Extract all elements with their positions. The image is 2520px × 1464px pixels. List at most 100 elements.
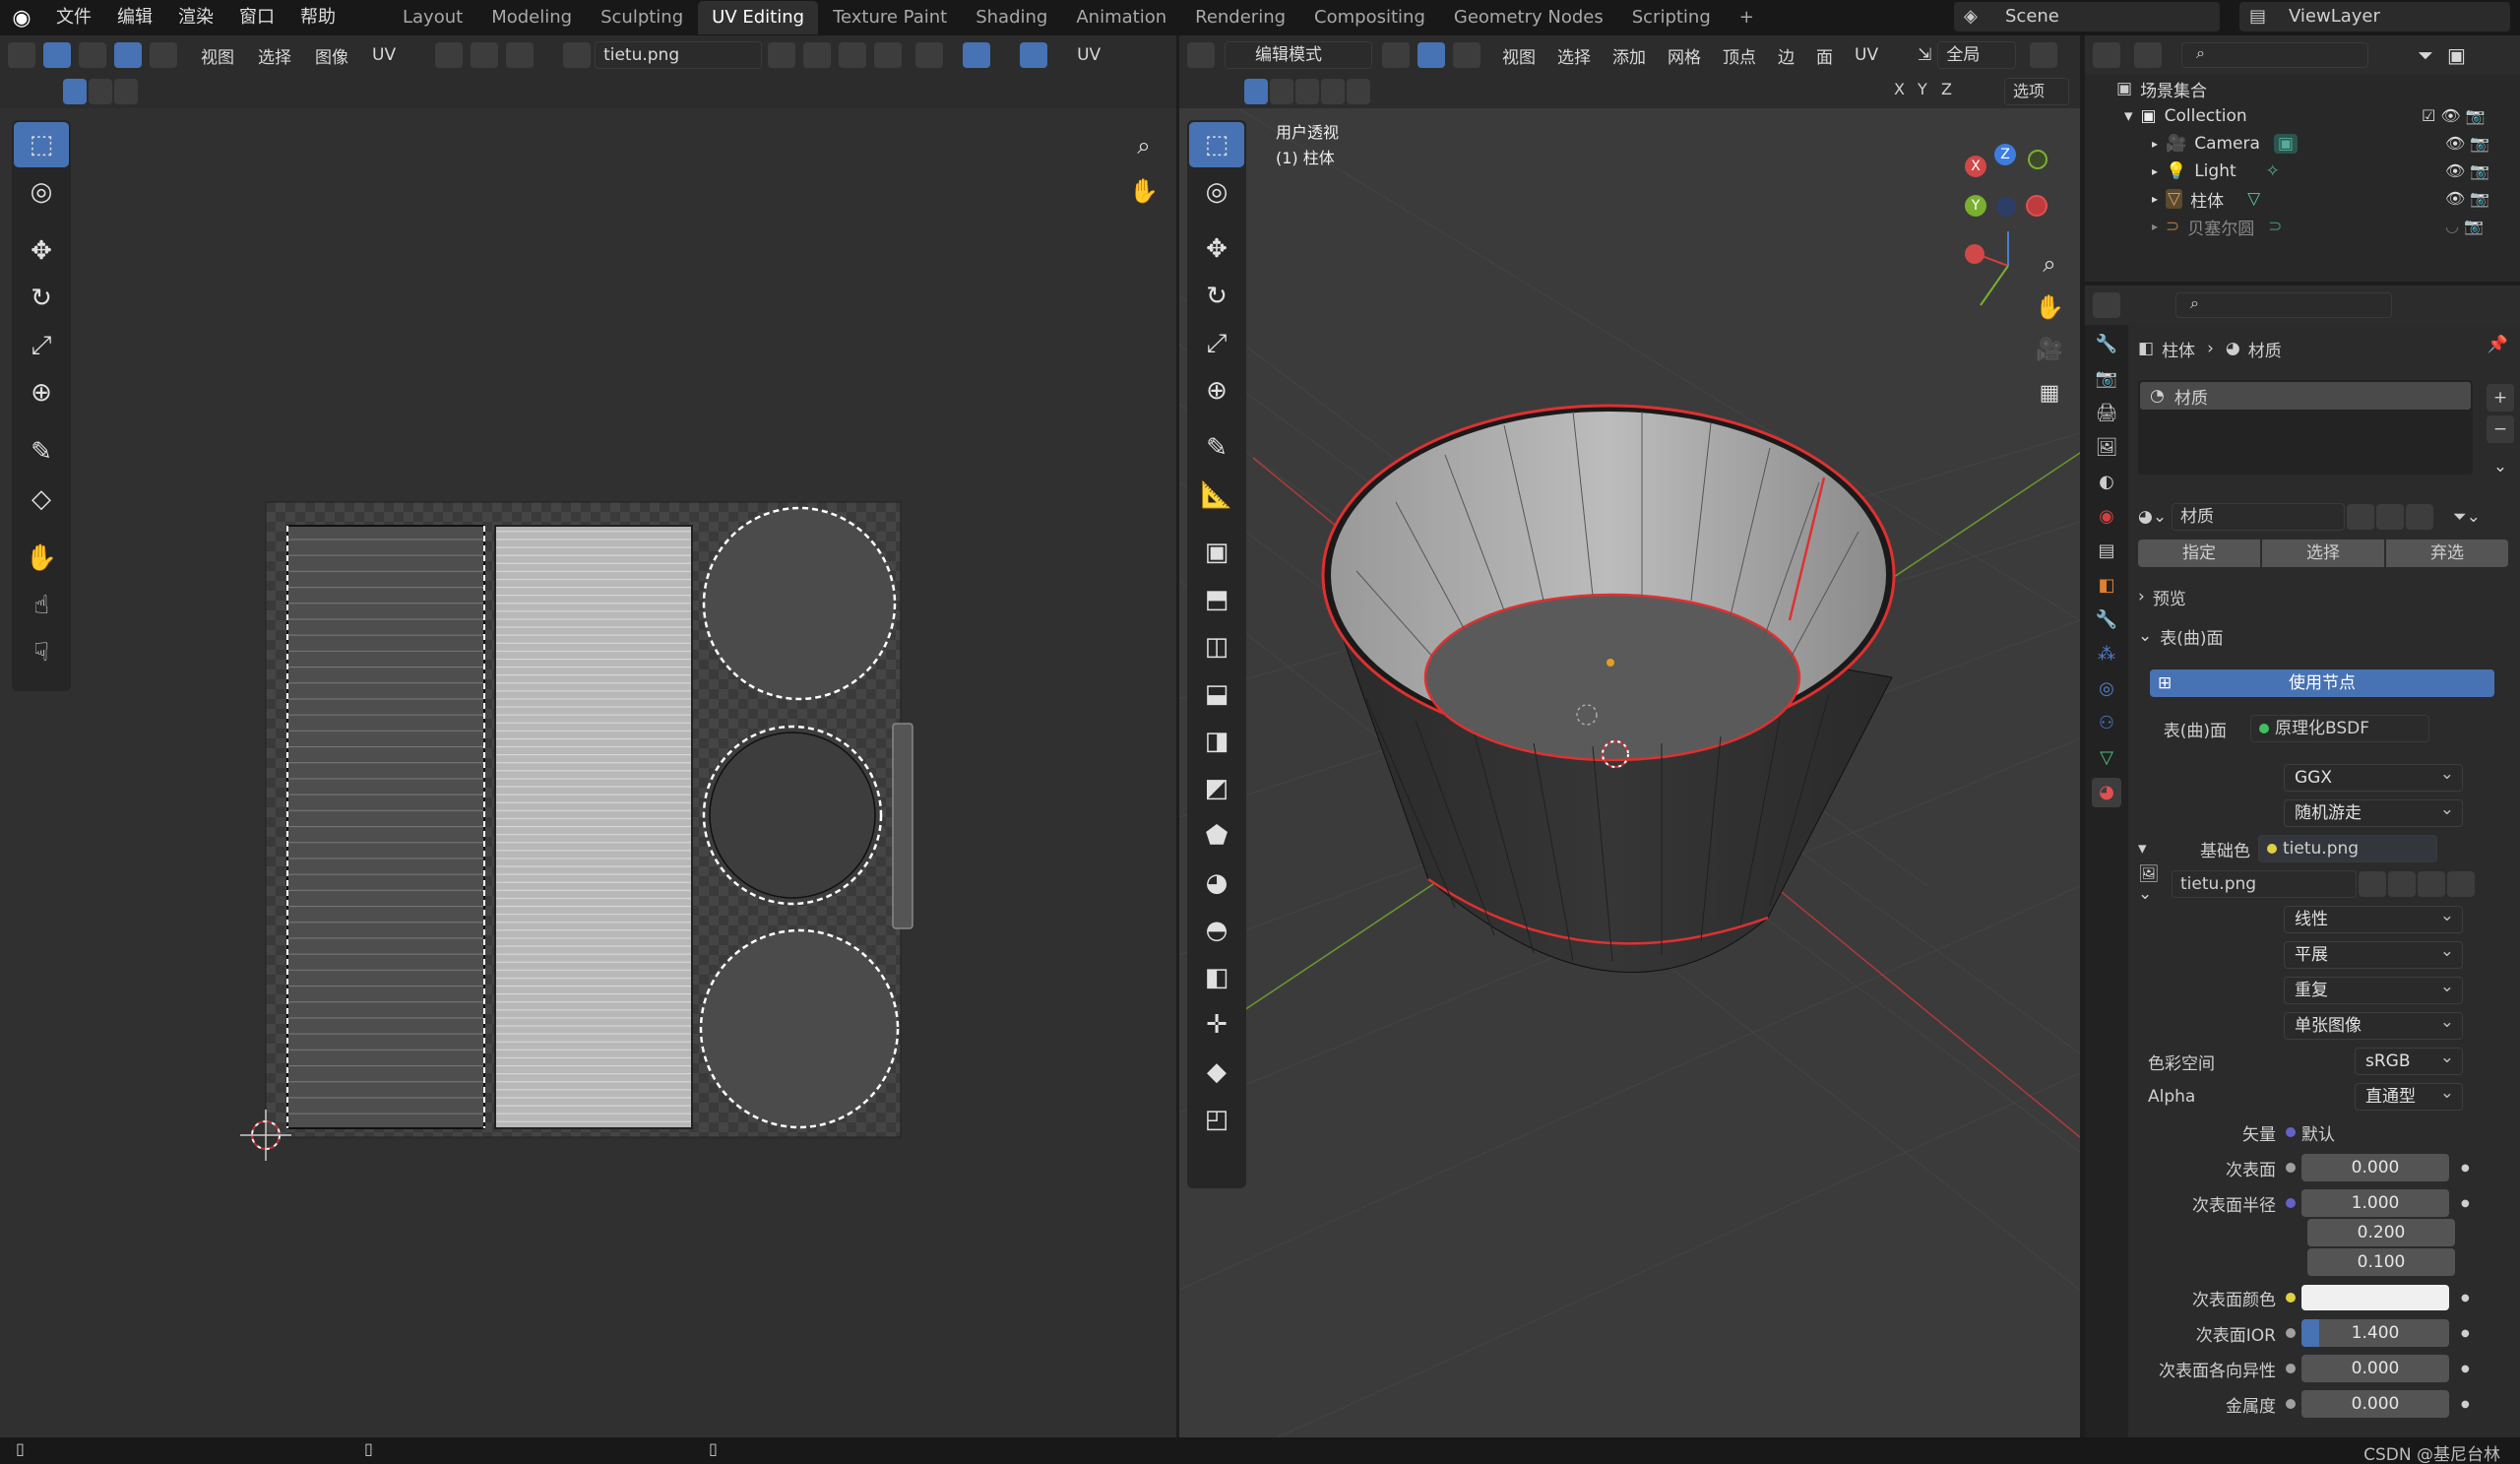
output-tab-icon[interactable]: 🖨	[2092, 399, 2121, 428]
pin-properties-icon[interactable]: 📌	[2488, 335, 2508, 354]
tab-uv-editing[interactable]: UV Editing	[698, 1, 819, 34]
tab-compositing[interactable]: Compositing	[1300, 1, 1439, 34]
smooth-tool-icon[interactable]: ◓	[1189, 908, 1244, 953]
image-fake-user-icon[interactable]	[2359, 871, 2386, 897]
deselect-button[interactable]: 弃选	[2386, 540, 2508, 567]
gizmo-x-button[interactable]: X	[1965, 156, 1986, 177]
shear-tool-icon[interactable]: ◆	[1189, 1050, 1244, 1095]
viewport-area[interactable]: ⬚ ◎ ✥ ↻ ⤢ ⊕ ✎ 📐 ▣ ⬒ ◫ ⬓ ◨ ◩ ⬟ ◕ ◓ ◧ ✛ ◆ …	[1179, 108, 2080, 1437]
tab-texture-paint[interactable]: Texture Paint	[819, 1, 961, 34]
uv-island-inner-wall[interactable]	[494, 525, 693, 1129]
vp-mode-difference-icon[interactable]	[1321, 79, 1345, 104]
image-browse-icon[interactable]: 🖼⌄	[2138, 864, 2172, 904]
cylinder-visibility[interactable]: 👁 📷	[2422, 185, 2520, 213]
modifier-tab-icon[interactable]: 🔧	[2092, 605, 2121, 635]
expand-icon[interactable]: ▸	[2152, 192, 2158, 206]
loop-cut-tool-icon[interactable]: ◨	[1189, 719, 1244, 764]
metallic-field[interactable]: 0.000	[2301, 1390, 2449, 1418]
light-data-icon[interactable]: ✧	[2266, 161, 2280, 181]
uv-gizmo-icon[interactable]	[963, 42, 991, 68]
physics-tab-icon[interactable]: ◎	[2092, 674, 2121, 704]
spin-tool-icon[interactable]: ◕	[1189, 860, 1244, 906]
expanded-chevron-icon[interactable]: ▾	[2138, 839, 2168, 859]
vp-perspective-icon[interactable]: ▦	[2032, 376, 2067, 412]
radius-z-field[interactable]: 0.100	[2307, 1248, 2455, 1276]
add-workspace-button[interactable]: +	[1726, 1, 1768, 34]
tab-modeling[interactable]: Modeling	[477, 1, 586, 34]
vp-annotate-tool-icon[interactable]: ✎	[1189, 425, 1244, 471]
outliner-item-camera[interactable]: ▸ 🎥 Camera ▣	[2152, 130, 2298, 158]
vp-scale-tool-icon[interactable]: ⤢	[1189, 321, 1244, 366]
uv-scroll-handle[interactable]	[892, 723, 914, 929]
remove-slot-button[interactable]: −	[2487, 415, 2514, 443]
vp-camera-icon[interactable]: 🎥	[2032, 333, 2067, 368]
subsurface-color-swatch[interactable]	[2301, 1285, 2449, 1310]
expand-icon[interactable]: ▸	[2152, 164, 2158, 178]
vp-menu-uv[interactable]: UV	[1855, 45, 1878, 65]
properties-search[interactable]: ⌕	[2175, 292, 2392, 318]
outliner-root[interactable]: ▣ 场景集合	[2116, 75, 2207, 102]
surface-panel-header[interactable]: ⌄ 表(曲)面	[2138, 622, 2224, 650]
material-slot-item[interactable]: ◔ 材质	[2140, 382, 2471, 410]
uv-island-outer-wall[interactable]	[286, 525, 485, 1129]
vp-menu-mesh[interactable]: 网格	[1668, 43, 1701, 68]
outliner-display-mode[interactable]	[2134, 42, 2162, 68]
transform-orientation-icon[interactable]: ⇲	[1918, 45, 1931, 65]
snap-icon[interactable]	[471, 42, 499, 68]
tab-sculpting[interactable]: Sculpting	[587, 1, 697, 34]
sync-selection-button[interactable]	[43, 42, 71, 68]
select-vertex-button[interactable]	[79, 42, 106, 68]
object-tab-icon[interactable]: ◧	[2092, 571, 2121, 601]
vp-menu-view[interactable]: 视图	[1502, 43, 1536, 68]
tab-rendering[interactable]: Rendering	[1181, 1, 1299, 34]
fake-user-icon[interactable]	[768, 42, 796, 68]
select-edge-button[interactable]	[114, 42, 142, 68]
image-browse-icon[interactable]	[563, 42, 592, 68]
subsurface-field[interactable]: 0.000	[2301, 1154, 2449, 1181]
viewport-canvas[interactable]	[1179, 108, 2080, 1437]
uv-menu-view[interactable]: 视图	[201, 43, 234, 68]
select-button[interactable]: 选择	[2262, 540, 2384, 567]
extension-dropdown[interactable]: 重复	[2284, 974, 2463, 1004]
surface-shader-field[interactable]: 原理化BSDF	[2250, 715, 2429, 742]
uv-island-top-cap[interactable]	[702, 506, 897, 701]
interpolation-dropdown[interactable]: 线性	[2284, 903, 2463, 933]
outliner-search[interactable]: ⌕	[2181, 42, 2368, 68]
mode-extend-icon[interactable]	[89, 79, 112, 104]
vp-move-tool-icon[interactable]: ✥	[1189, 226, 1244, 272]
menu-edit[interactable]: 编辑	[104, 0, 165, 35]
slot-menu-button[interactable]: ⌄	[2487, 453, 2514, 480]
distribution-dropdown[interactable]: GGX	[2284, 761, 2463, 792]
bezier-visibility[interactable]: ◡ 📷	[2422, 213, 2520, 240]
open-image-icon[interactable]	[839, 42, 867, 68]
select-face-button[interactable]	[150, 42, 177, 68]
unlink-image-icon[interactable]	[874, 42, 903, 68]
uv-island-inner-cap[interactable]	[699, 928, 900, 1129]
tool-tab-icon[interactable]: 🔧	[2092, 330, 2121, 359]
mode-selector[interactable]: 编辑模式	[1225, 41, 1372, 69]
transform-orientation-selector[interactable]: 全局	[1937, 41, 2017, 69]
uv-canvas[interactable]	[0, 108, 1176, 1437]
properties-editor-type[interactable]	[2093, 292, 2120, 318]
menu-help[interactable]: 帮助	[287, 0, 348, 35]
extrude-tool-icon[interactable]: ⬒	[1189, 577, 1244, 622]
render-tab-icon[interactable]: 📷	[2092, 364, 2121, 394]
mode-new-icon[interactable]	[63, 79, 87, 104]
material-duplicate-icon[interactable]	[2376, 504, 2404, 530]
image-new-icon[interactable]	[2388, 871, 2416, 897]
keyframe-dot-icon[interactable]: ●	[2461, 1198, 2470, 1209]
menu-window[interactable]: 窗口	[226, 0, 287, 35]
keyframe-dot-icon[interactable]: ●	[2461, 1328, 2470, 1339]
menu-render[interactable]: 渲染	[165, 0, 226, 35]
mesh-data-icon[interactable]: ▽	[2247, 189, 2260, 209]
constraints-tab-icon[interactable]: ⚇	[2092, 709, 2121, 738]
vector-field[interactable]: 默认	[2301, 1120, 2469, 1145]
filter-icon[interactable]: ⏷	[2418, 43, 2433, 67]
vp-mode-extend-icon[interactable]	[1270, 79, 1293, 104]
tab-layout[interactable]: Layout	[389, 1, 476, 34]
radius-y-field[interactable]: 0.200	[2307, 1219, 2455, 1246]
colorspace-dropdown[interactable]: sRGB	[2355, 1045, 2463, 1075]
keyframe-dot-icon[interactable]: ●	[2461, 1364, 2470, 1374]
blender-logo-icon[interactable]: ◉	[0, 6, 43, 31]
vp-measure-tool-icon[interactable]: 📐	[1189, 473, 1244, 518]
